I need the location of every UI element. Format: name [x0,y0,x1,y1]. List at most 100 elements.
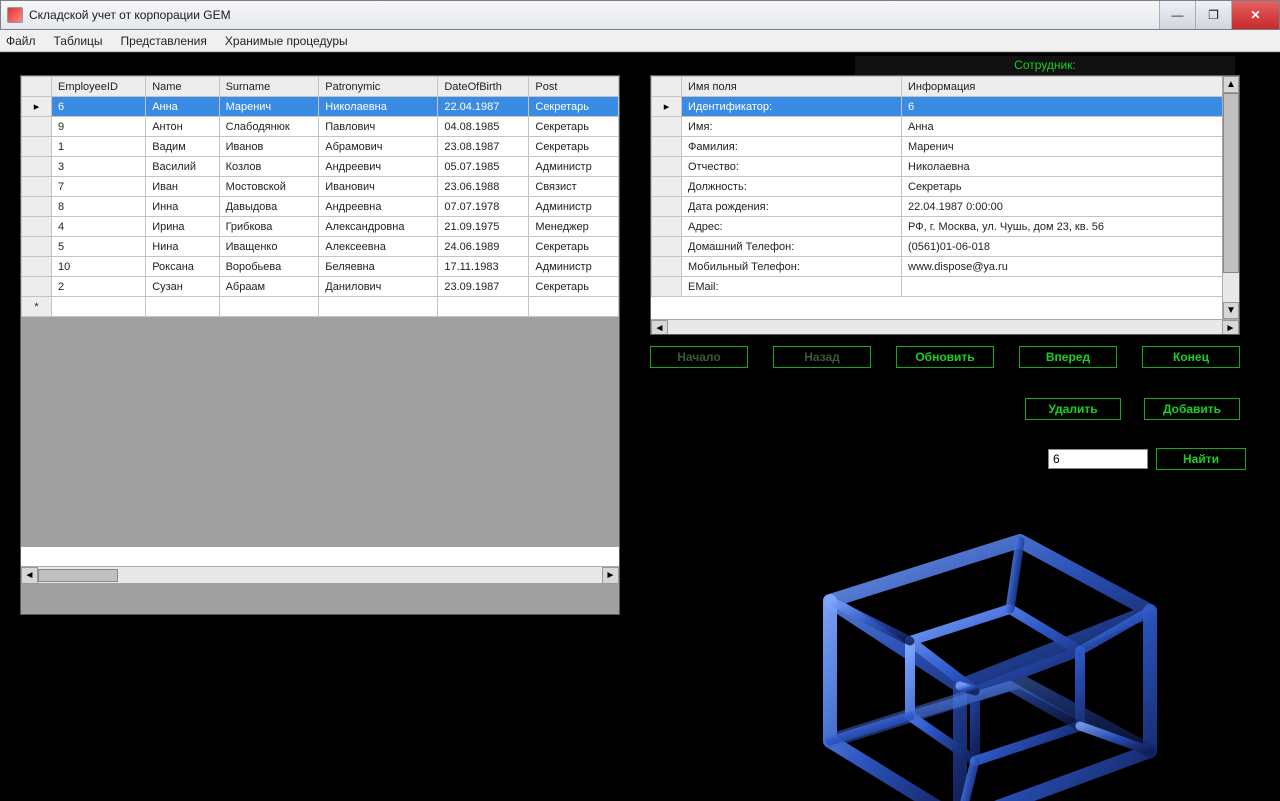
col-patronymic[interactable]: Patronymic [319,77,438,97]
employee-detail-grid[interactable]: Имя поля Информация ▸Идентификатор:6Имя:… [650,75,1240,335]
scroll-left-icon[interactable]: ◄ [651,320,668,335]
detail-row[interactable]: Фамилия:Маренич [652,137,1239,157]
cell[interactable]: Андреевич [319,157,438,177]
detail-row[interactable]: ▸Идентификатор:6 [652,97,1239,117]
cell[interactable]: 24.06.1989 [438,237,529,257]
cell[interactable]: 21.09.1975 [438,217,529,237]
field-name-cell[interactable]: Адрес: [682,217,902,237]
cell[interactable]: Администр [529,257,619,277]
vscroll-thumb[interactable] [1223,93,1239,273]
cell[interactable]: Беляевна [319,257,438,277]
cell[interactable]: Грибкова [219,217,319,237]
field-value-cell[interactable]: Секретарь [902,177,1239,197]
menu-file[interactable]: Файл [6,34,36,48]
field-name-cell[interactable]: Отчество: [682,157,902,177]
cell[interactable]: Василий [146,157,219,177]
cell[interactable]: Нина [146,237,219,257]
cell[interactable]: Маренич [219,97,319,117]
cell[interactable]: 05.07.1985 [438,157,529,177]
col-post[interactable]: Post [529,77,619,97]
menu-views[interactable]: Представления [121,34,207,48]
cell[interactable]: Инна [146,197,219,217]
field-name-cell[interactable]: EMail: [682,277,902,297]
nav-first-button[interactable]: Начало [650,346,748,368]
cell[interactable]: Секретарь [529,97,619,117]
cell[interactable]: 1 [52,137,146,157]
cell[interactable]: 22.04.1987 [438,97,529,117]
table-row[interactable]: 7ИванМостовскойИванович23.06.1988Связист [22,177,619,197]
cell[interactable]: 17.11.1983 [438,257,529,277]
cell[interactable]: Павлович [319,117,438,137]
table-row[interactable]: 4ИринаГрибковаАлександровна21.09.1975Мен… [22,217,619,237]
nav-next-button[interactable]: Вперед [1019,346,1117,368]
scroll-down-icon[interactable]: ▼ [1223,302,1239,319]
cell[interactable]: Секретарь [529,117,619,137]
col-name[interactable]: Name [146,77,219,97]
cell[interactable]: Вадим [146,137,219,157]
field-value-cell[interactable]: РФ, г. Москва, ул. Чушь, дом 23, кв. 56 [902,217,1239,237]
search-button[interactable]: Найти [1156,448,1246,470]
table-row[interactable]: ▸6АннаМареничНиколаевна22.04.1987Секрета… [22,97,619,117]
field-name-cell[interactable]: Идентификатор: [682,97,902,117]
cell[interactable]: Секретарь [529,237,619,257]
cell[interactable]: Николаевна [319,97,438,117]
cell[interactable]: Воробьева [219,257,319,277]
cell[interactable]: 8 [52,197,146,217]
cell[interactable]: Абраам [219,277,319,297]
cell[interactable]: 5 [52,237,146,257]
minimize-button[interactable]: — [1159,1,1195,29]
cell[interactable]: Менеджер [529,217,619,237]
nav-last-button[interactable]: Конец [1142,346,1240,368]
grid-hscrollbar[interactable]: ◄ ► [21,566,619,583]
cell[interactable]: Секретарь [529,277,619,297]
cell[interactable]: 23.06.1988 [438,177,529,197]
col-fieldname[interactable]: Имя поля [682,77,902,97]
close-button[interactable]: ✕ [1231,1,1279,29]
cell[interactable]: Секретарь [529,137,619,157]
cell[interactable]: 04.08.1985 [438,117,529,137]
cell[interactable]: Иванов [219,137,319,157]
employees-grid[interactable]: EmployeeID Name Surname Patronymic DateO… [21,76,619,566]
field-value-cell[interactable]: 22.04.1987 0:00:00 [902,197,1239,217]
maximize-button[interactable]: ❐ [1195,1,1231,29]
cell[interactable]: Иванович [319,177,438,197]
field-name-cell[interactable]: Фамилия: [682,137,902,157]
cell[interactable] [52,297,146,317]
nav-prev-button[interactable]: Назад [773,346,871,368]
search-input[interactable] [1048,449,1148,469]
cell[interactable]: Слабодянюк [219,117,319,137]
field-value-cell[interactable] [902,277,1239,297]
cell[interactable] [438,297,529,317]
cell[interactable]: 4 [52,217,146,237]
cell[interactable]: 6 [52,97,146,117]
hscroll-thumb[interactable] [38,569,118,582]
cell[interactable]: Мостовской [219,177,319,197]
cell[interactable]: Ирина [146,217,219,237]
table-row[interactable]: 9АнтонСлабодянюкПавлович04.08.1985Секрет… [22,117,619,137]
cell[interactable]: Иван [146,177,219,197]
detail-row[interactable]: Отчество:Николаевна [652,157,1239,177]
detail-row[interactable]: EMail: [652,277,1239,297]
col-employeeid[interactable]: EmployeeID [52,77,146,97]
detail-row[interactable]: Имя:Анна [652,117,1239,137]
cell[interactable]: Андреевна [319,197,438,217]
cell[interactable]: 3 [52,157,146,177]
cell[interactable]: Антон [146,117,219,137]
nav-refresh-button[interactable]: Обновить [896,346,994,368]
table-row[interactable]: 5НинаИващенкоАлексеевна24.06.1989Секрета… [22,237,619,257]
cell[interactable]: 10 [52,257,146,277]
cell[interactable] [219,297,319,317]
scroll-left-icon[interactable]: ◄ [21,567,38,584]
cell[interactable]: Данилович [319,277,438,297]
cell[interactable] [146,297,219,317]
field-value-cell[interactable]: Николаевна [902,157,1239,177]
detail-row[interactable]: Домашний Телефон:(0561)01-06-018 [652,237,1239,257]
col-dob[interactable]: DateOfBirth [438,77,529,97]
table-row[interactable]: 3ВасилийКозловАндреевич05.07.1985Админис… [22,157,619,177]
cell[interactable]: Алексеевна [319,237,438,257]
scroll-right-icon[interactable]: ► [602,567,619,584]
menu-tables[interactable]: Таблицы [54,34,103,48]
cell[interactable]: 23.08.1987 [438,137,529,157]
field-name-cell[interactable]: Домашний Телефон: [682,237,902,257]
cell[interactable]: Козлов [219,157,319,177]
